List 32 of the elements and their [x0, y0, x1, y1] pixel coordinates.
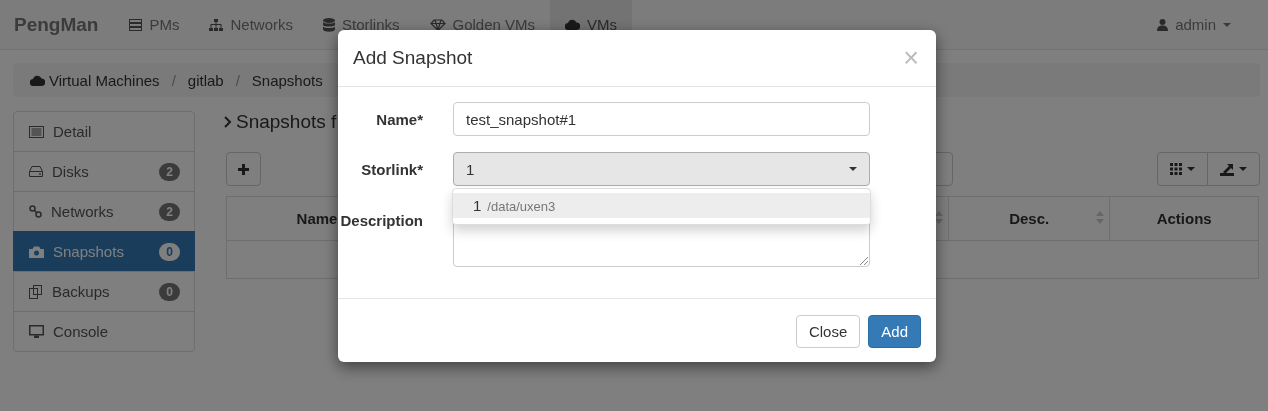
- sidebar-item[interactable]: Console: [13, 311, 195, 352]
- count-badge: 0: [159, 242, 180, 261]
- breadcrumb-link[interactable]: Snapshots: [251, 71, 323, 89]
- nav-item[interactable]: Networks: [194, 0, 308, 49]
- column-header[interactable]: Desc.: [1009, 210, 1050, 227]
- column-header[interactable]: Name: [296, 210, 338, 227]
- sidebar-item[interactable]: Backups 0: [13, 271, 195, 312]
- breadcrumb-separator: /: [170, 71, 177, 89]
- breadcrumb-link[interactable]: gitlab: [187, 71, 224, 89]
- user-menu[interactable]: admin: [1142, 0, 1246, 49]
- dropdown-option[interactable]: 1 /data/uxen3: [453, 193, 870, 218]
- select-field[interactable]: 1: [453, 152, 870, 186]
- sidebar-item[interactable]: Snapshots 0: [13, 231, 195, 272]
- nav-item[interactable]: PMs: [114, 0, 195, 49]
- close-icon[interactable]: ×: [903, 44, 919, 72]
- sidebar-item[interactable]: Networks 2: [13, 191, 195, 232]
- count-badge: 2: [159, 202, 180, 221]
- column-header[interactable]: Actions: [1156, 210, 1212, 227]
- count-badge: 0: [159, 282, 180, 301]
- breadcrumb-separator: /: [234, 71, 241, 89]
- field-label: Storlink*: [361, 160, 423, 178]
- breadcrumb-link[interactable]: Virtual Machines: [30, 71, 160, 89]
- brand-logo[interactable]: PengMan: [14, 13, 99, 36]
- sidebar-item[interactable]: Detail: [13, 111, 195, 152]
- cancel-button[interactable]: Close: [795, 315, 861, 348]
- modal-title: Add Snapshot: [353, 47, 474, 69]
- sidebar-item[interactable]: Disks 2: [13, 151, 195, 192]
- field-label: Name*: [376, 110, 423, 128]
- field-label: Description: [340, 212, 423, 229]
- count-badge: 2: [159, 162, 180, 181]
- submit-button[interactable]: Add: [868, 315, 921, 348]
- input-field[interactable]: test_snapshot#1: [453, 102, 870, 136]
